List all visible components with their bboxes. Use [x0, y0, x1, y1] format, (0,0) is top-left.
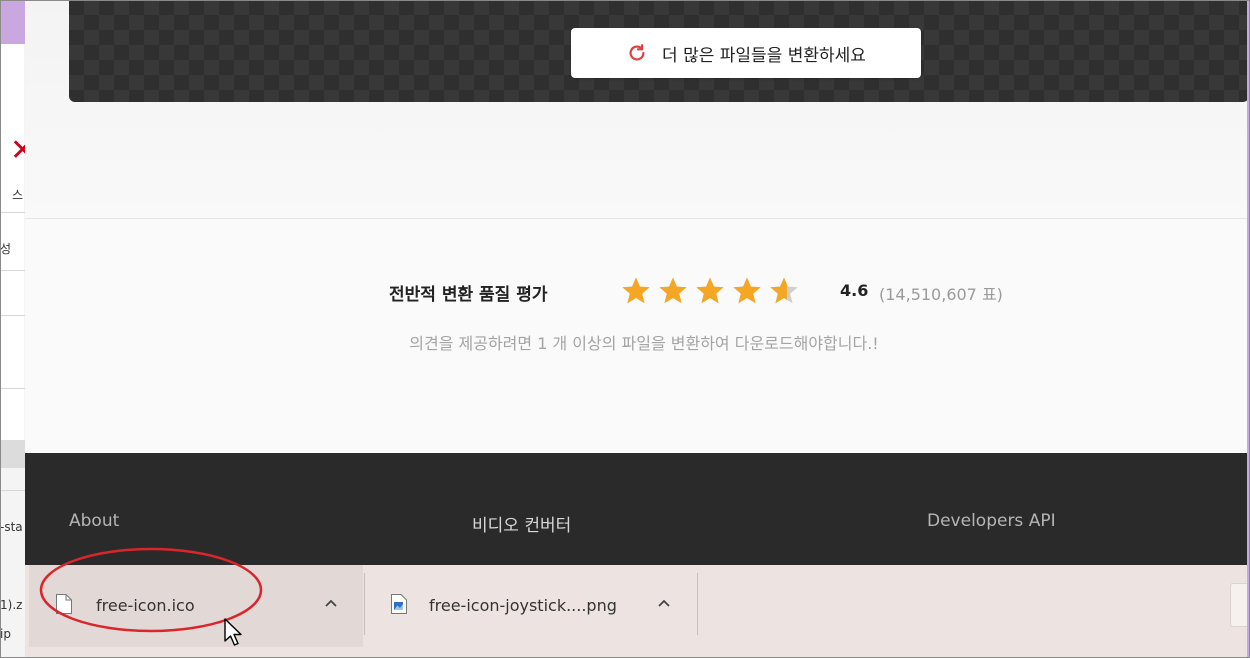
- footer-developers-api-link[interactable]: Developers API: [927, 511, 1056, 531]
- download-item[interactable]: free-icon-joystick....png: [366, 565, 696, 647]
- show-all-downloads-button[interactable]: [1230, 583, 1247, 627]
- star-icon[interactable]: [621, 276, 651, 306]
- rating-stars[interactable]: [621, 276, 799, 306]
- browser-page: 더 많은 파일들을 변환하세요 전반적 변환 품질 평가 4.6 (14,510…: [25, 0, 1247, 658]
- converter-preview-panel: 더 많은 파일들을 변환하세요: [69, 0, 1247, 102]
- download-bar: free-icon.ico free-icon-joystick....png: [25, 565, 1247, 658]
- star-icon[interactable]: [769, 276, 799, 306]
- divider: [0, 212, 25, 213]
- download-separator: [364, 573, 365, 635]
- background-text-3: -sta: [0, 520, 23, 534]
- background-text-5: ip: [0, 627, 11, 641]
- download-filename: free-icon-joystick....png: [429, 596, 617, 615]
- divider: [0, 388, 25, 389]
- background-window: ✕ 스 성 -sta 1).z ip: [0, 0, 26, 658]
- footer-about-link[interactable]: About: [69, 511, 119, 531]
- background-window-header: [0, 0, 25, 44]
- delete-icon[interactable]: ✕: [10, 136, 25, 166]
- file-icon: [56, 594, 72, 614]
- image-file-icon: [391, 594, 407, 614]
- converter-section: 더 많은 파일들을 변환하세요: [25, 0, 1247, 219]
- quality-rating: 전반적 변환 품질 평가 4.6 (14,510,607 표): [25, 272, 1247, 312]
- star-icon[interactable]: [695, 276, 725, 306]
- chevron-up-icon[interactable]: [323, 595, 339, 611]
- chevron-up-icon[interactable]: [656, 595, 672, 611]
- background-text-2: 성: [0, 242, 12, 256]
- convert-more-files-label: 더 많은 파일들을 변환하세요: [662, 45, 866, 66]
- footer-video-converter-link[interactable]: 비디오 컨버터: [472, 511, 571, 536]
- refresh-icon: [629, 44, 645, 61]
- download-filename: free-icon.ico: [96, 596, 195, 615]
- divider: [0, 490, 25, 491]
- download-item[interactable]: free-icon.ico: [29, 565, 363, 647]
- background-selected-row[interactable]: [0, 440, 25, 468]
- rating-label: 전반적 변환 품질 평가: [389, 285, 548, 305]
- download-separator: [697, 573, 698, 635]
- divider: [0, 270, 25, 271]
- rating-note: 의견을 제공하려면 1 개 이상의 파일을 변환하여 다운로드해야합니다.!: [409, 334, 879, 353]
- divider: [0, 315, 25, 316]
- background-text-4: 1).z: [0, 598, 23, 612]
- background-text-1: 스: [12, 188, 24, 202]
- rating-votes: (14,510,607 표): [879, 285, 1003, 304]
- star-icon[interactable]: [732, 276, 762, 306]
- site-footer: About 비디오 컨버터 Developers API: [25, 453, 1247, 565]
- convert-more-files-button[interactable]: 더 많은 파일들을 변환하세요: [571, 28, 921, 78]
- star-icon[interactable]: [658, 276, 688, 306]
- rating-score: 4.6: [840, 281, 869, 300]
